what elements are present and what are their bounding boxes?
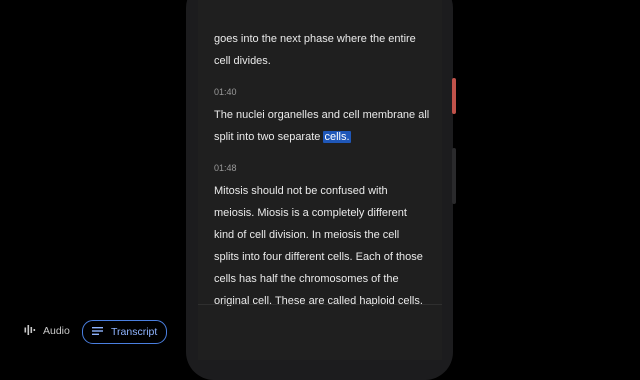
waveform-icon [24,324,36,339]
tab-audio-label: Audio [43,325,70,337]
transcript-panel: goes into the next phase where the entir… [214,28,430,312]
transcript-line: splits into four different cells. Each o… [214,251,423,263]
highlighted-word[interactable]: cells. [323,131,351,143]
transcript-line: cells has half the chromosomes of the [214,273,399,285]
transcript-line: split into two separate cells. [214,126,430,148]
timestamp[interactable]: 01:48 [214,162,430,174]
divider [198,304,442,305]
transcript-line: cell divides. [214,55,271,67]
bottom-tab-bar [198,306,442,360]
phone-side-button [452,78,456,114]
list-lines-icon [92,326,104,339]
transcript-line-text: split into two separate [214,131,324,143]
transcript-line: Mitosis should not be confused with [214,185,388,197]
tab-transcript-label: Transcript [111,326,158,338]
transcript-line: meiosis. Miosis is a completely differen… [214,207,407,219]
tab-audio[interactable]: Audio [24,320,70,342]
transcript-line: goes into the next phase where the entir… [214,33,416,45]
transcript-line: The nuclei organelles and cell membrane … [214,109,430,121]
timestamp[interactable]: 01:40 [214,86,430,98]
phone-side-button [452,148,456,204]
app-screen: goes into the next phase where the entir… [198,0,442,360]
transcript-line: kind of cell division. In meiosis the ce… [214,229,400,241]
tab-transcript[interactable]: Transcript [82,320,168,344]
